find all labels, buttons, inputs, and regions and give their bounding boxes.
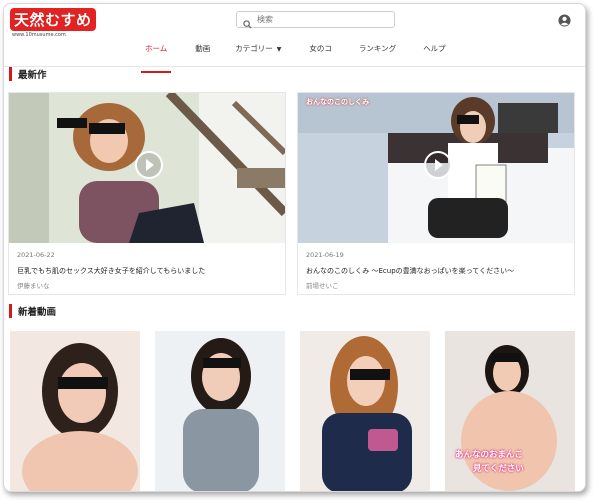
logo-url: www.10musume.com xyxy=(12,32,66,38)
new-video-thumb-3[interactable] xyxy=(300,331,430,491)
new-video-4-overlay-line-1: あんなのおまんこ xyxy=(455,450,524,460)
new-video-2-image xyxy=(155,331,285,491)
latest-card-2[interactable]: おんなのこのしくみ 2021-06-19 おんなのこのしくみ ～Ecupの豊満な… xyxy=(297,92,575,295)
nav-ranking[interactable]: ランキング xyxy=(359,40,396,64)
latest-card-2-title[interactable]: おんなのこのしくみ ～Ecupの豊満なおっぱいを楽ってください～ xyxy=(306,266,514,276)
new-video-thumb-2[interactable] xyxy=(155,331,285,491)
chevron-down-icon: ▼ xyxy=(276,46,282,53)
logo-text: 天然むすめ xyxy=(10,8,96,31)
heading-accent-bar xyxy=(9,67,12,81)
search-box[interactable] xyxy=(236,11,395,29)
play-icon[interactable] xyxy=(135,151,163,179)
search-input[interactable] xyxy=(257,13,387,25)
browser-frame: 天然むすめ www.10musume.com ホーム 動画 カテゴリー▼ 女のコ… xyxy=(3,3,586,492)
nav-girls-label: 女のコ xyxy=(309,44,332,53)
nav-help[interactable]: ヘルプ xyxy=(423,40,446,64)
latest-card-2-thumbnail[interactable]: おんなのこのしくみ xyxy=(298,93,574,243)
latest-card-1-thumbnail[interactable] xyxy=(9,93,285,243)
new-video-3-image xyxy=(300,331,430,491)
new-video-4-overlay-line-2: 見てください xyxy=(473,464,524,474)
site-logo[interactable]: 天然むすめ www.10musume.com xyxy=(10,8,96,38)
site-header: 天然むすめ www.10musume.com ホーム 動画 カテゴリー▼ 女のコ… xyxy=(4,4,585,73)
latest-card-2-date: 2021-06-19 xyxy=(306,251,344,259)
latest-card-1-date: 2021-06-22 xyxy=(17,251,55,259)
latest-card-1[interactable]: 2021-06-22 巨乳でもち肌のセックス大好き女子を紹介してもらいました 伊… xyxy=(8,92,286,295)
nav-girls[interactable]: 女のコ xyxy=(309,40,332,64)
account-icon[interactable] xyxy=(558,12,571,31)
new-video-4-overlay: あんなのおまんこ 見てください xyxy=(445,448,575,486)
latest-card-1-title[interactable]: 巨乳でもち肌のセックス大好き女子を紹介してもらいました xyxy=(17,266,205,276)
search-icon[interactable] xyxy=(243,14,252,33)
latest-card-2-overlay: おんなのこのしくみ xyxy=(306,98,370,106)
latest-card-1-actress[interactable]: 伊藤まいな xyxy=(17,280,50,290)
nav-categories[interactable]: カテゴリー ▼ xyxy=(235,40,281,64)
nav-home-label: ホーム xyxy=(145,44,168,53)
section-latest-heading: 最新作 xyxy=(9,67,47,81)
play-icon[interactable] xyxy=(424,151,452,179)
new-video-thumb-4[interactable]: あんなのおまんこ 見てください xyxy=(445,331,575,491)
nav-home[interactable]: ホーム xyxy=(140,40,172,73)
nav-videos[interactable]: 動画 xyxy=(195,40,210,64)
new-video-1-image xyxy=(10,331,140,491)
latest-card-2-actress[interactable]: 前場せいこ xyxy=(306,280,339,290)
section-new-heading: 新着動画 xyxy=(9,304,56,318)
nav-videos-label: 動画 xyxy=(195,44,211,53)
section-latest-title: 最新作 xyxy=(18,70,47,81)
new-video-thumb-1[interactable] xyxy=(10,331,140,491)
heading-accent-bar xyxy=(9,304,12,318)
main-nav: ホーム 動画 カテゴリー ▼ 女のコ ランキング ヘルプ xyxy=(136,40,446,73)
section-new-title: 新着動画 xyxy=(18,307,57,318)
nav-categories-label: カテゴリー xyxy=(235,44,273,53)
nav-ranking-label: ランキング xyxy=(358,44,397,53)
nav-help-label: ヘルプ xyxy=(423,44,446,53)
